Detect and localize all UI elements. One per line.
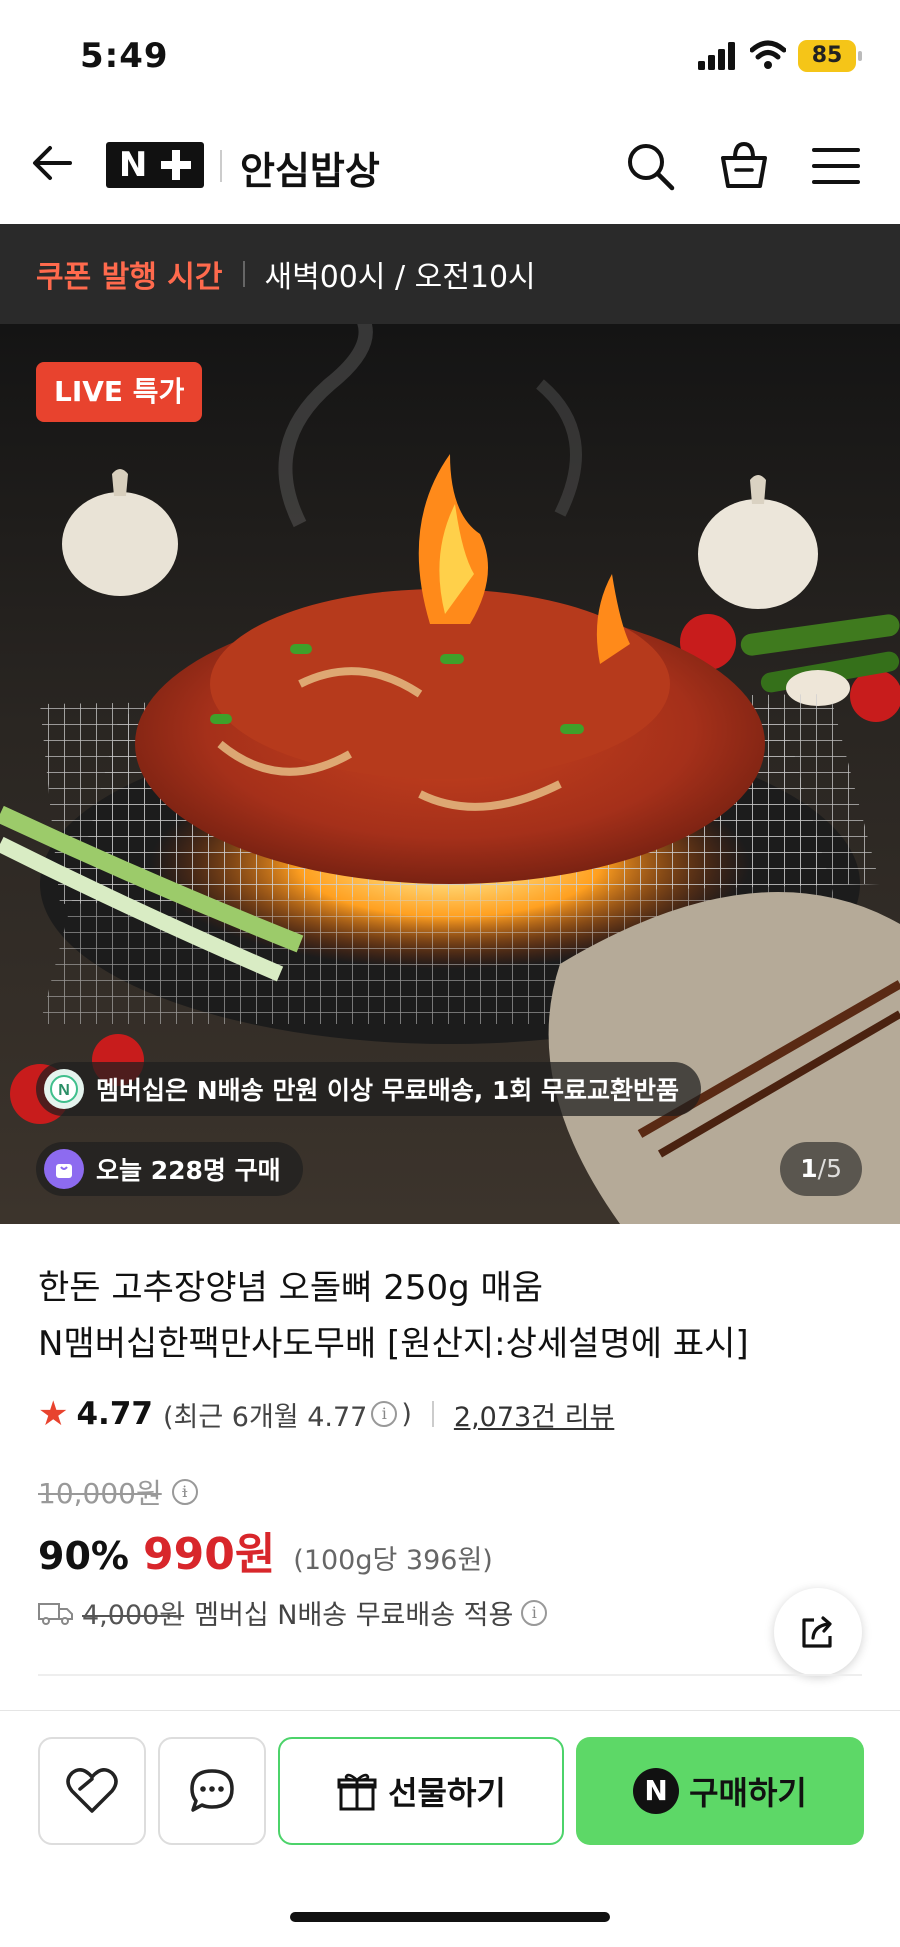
gift-icon <box>337 1773 377 1811</box>
chat-icon <box>190 1769 234 1812</box>
coupon-divider <box>242 261 245 287</box>
truck-icon <box>38 1602 73 1625</box>
gift-button[interactable]: 선물하기 <box>278 1737 564 1845</box>
back-arrow-icon[interactable] <box>30 140 76 186</box>
store-name[interactable]: 안심밥상 <box>240 140 380 195</box>
search-icon[interactable] <box>624 140 676 192</box>
menu-icon[interactable] <box>810 140 862 192</box>
image-counter-total: /5 <box>817 1154 842 1183</box>
product-title-line1: 한돈 고추장양념 오돌뼈 250g 매움 <box>38 1268 544 1308</box>
coupon-label: 쿠폰 발행 시간 <box>36 260 223 295</box>
shipping-benefit-text: 멤버십 N배송 무료배송 적용 <box>194 1600 514 1631</box>
info-icon[interactable]: i <box>521 1599 548 1626</box>
status-bar: 5:49 85 <box>0 0 900 110</box>
product-title: 한돈 고추장양념 오돌뼈 250g 매움 N맴버십한팩만사도무배 [원산지:상세… <box>38 1260 858 1372</box>
rating-score: 4.77 <box>76 1396 153 1432</box>
naver-plus-logo[interactable]: N <box>106 142 204 188</box>
membership-benefit-pill[interactable]: N 멤버십은 N배송 만원 이상 무료배송, 1회 무료교환반품 <box>36 1062 702 1116</box>
info-icon[interactable]: i <box>371 1401 398 1427</box>
section-divider <box>38 1674 862 1676</box>
price-row: 90% 990원 (100g당 396원) <box>38 1518 493 1582</box>
original-price-row: 10,000원 i <box>38 1472 202 1512</box>
coupon-value: 새벽00시 / 오전10시 <box>264 260 536 295</box>
status-time: 5:49 <box>80 36 169 76</box>
live-deal-badge: LIVE 특가 <box>36 362 203 422</box>
buy-button-label: 구매하기 <box>689 1774 807 1812</box>
shipping-row: 4,000원 멤버십 N배송 무료배송 적용 i <box>38 1593 551 1632</box>
original-price: 10,000원 <box>38 1477 162 1510</box>
logo-divider <box>220 150 222 182</box>
app-header: N 안심밥상 <box>0 110 900 224</box>
image-counter-current: 1 <box>800 1154 818 1183</box>
logo-letter: N <box>118 145 148 185</box>
rating-recent-close: ) <box>401 1398 412 1430</box>
shopping-bag-icon <box>44 1149 84 1189</box>
shipping-original-fee: 4,000원 <box>82 1600 185 1631</box>
star-icon: ★ <box>38 1394 69 1434</box>
shopping-bag-icon[interactable] <box>718 140 770 192</box>
wifi-icon <box>750 40 786 69</box>
bottom-action-bar: 선물하기 N 구매하기 <box>0 1710 900 1860</box>
membership-benefit-text: 멤버십은 N배송 만원 이상 무료배송, 1회 무료교환반품 <box>96 1076 680 1105</box>
review-count-link[interactable]: 2,073건 리뷰 <box>454 1395 614 1434</box>
today-purchases-text: 오늘 228명 구매 <box>96 1156 281 1185</box>
buy-button[interactable]: N 구매하기 <box>576 1737 864 1845</box>
info-icon[interactable]: i <box>171 1479 198 1505</box>
image-counter: 1/5 <box>780 1142 862 1196</box>
svg-text:N: N <box>58 1082 70 1099</box>
product-image-carousel[interactable]: LIVE 특가 N 멤버십은 N배송 만원 이상 무료배송, 1회 무료교환반품… <box>0 324 900 1224</box>
home-indicator <box>290 1912 610 1922</box>
gift-button-label: 선물하기 <box>388 1774 506 1812</box>
discount-rate: 90% <box>38 1534 129 1578</box>
heart-icon <box>66 1768 118 1813</box>
coupon-time-banner: 쿠폰 발행 시간 새벽00시 / 오전10시 <box>0 224 900 324</box>
membership-n-icon: N <box>44 1069 84 1109</box>
battery-indicator: 85 <box>798 40 862 72</box>
rating-recent: (최근 6개월 4.77 <box>162 1401 368 1433</box>
today-purchases-pill: 오늘 228명 구매 <box>36 1142 303 1196</box>
unit-price: (100g당 396원) <box>293 1545 493 1576</box>
share-button[interactable] <box>774 1588 862 1676</box>
chat-inquiry-button[interactable] <box>158 1737 266 1845</box>
share-icon <box>802 1616 832 1648</box>
sale-price: 990원 <box>142 1529 276 1580</box>
plus-icon <box>161 150 192 180</box>
naver-pay-n-icon: N <box>633 1768 680 1814</box>
rating-row: ★ 4.77 (최근 6개월 4.77 i ) 2,073건 리뷰 <box>38 1394 614 1434</box>
wishlist-button[interactable] <box>38 1737 146 1845</box>
rating-divider <box>431 1401 434 1427</box>
product-title-line2: N맴버십한팩만사도무배 [원산지:상세설명에 표시] <box>38 1324 749 1364</box>
cellular-signal-icon <box>698 42 735 70</box>
